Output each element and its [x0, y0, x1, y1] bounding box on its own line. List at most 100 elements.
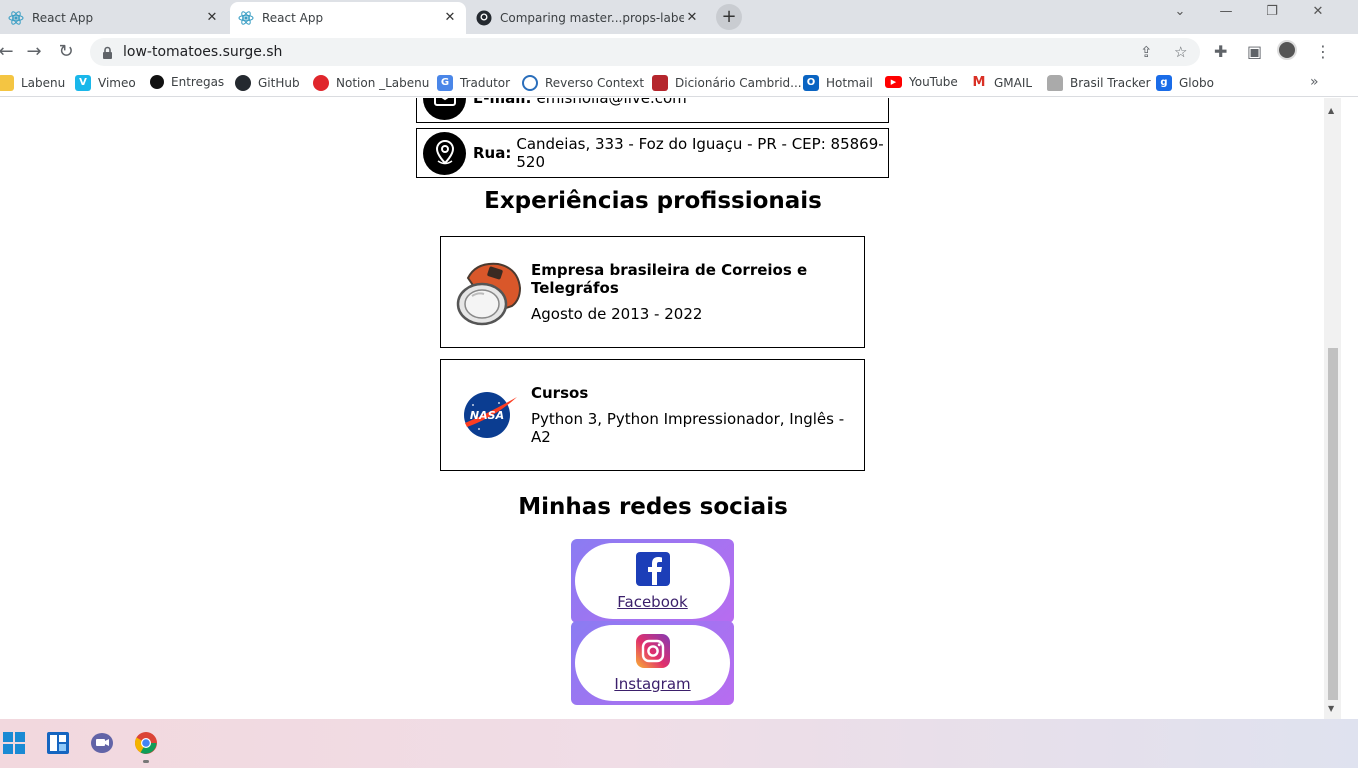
- url-text: low-tomatoes.surge.sh: [123, 44, 283, 60]
- bookmark-label: Reverso Context: [545, 76, 645, 90]
- restore-icon[interactable]: ❐: [1257, 4, 1287, 19]
- bookmark-label: Globo: [1179, 76, 1214, 90]
- bookmark-label: Notion _Labenu: [336, 76, 430, 90]
- experience-title: Empresa brasileira de Correios e Telegrá…: [531, 261, 808, 297]
- page-viewport: E-mail: emisholia@live.com Rua: Candeias…: [0, 98, 1341, 719]
- experience-title: Cursos: [531, 384, 589, 402]
- astronaut-helmet-icon: [453, 256, 525, 328]
- teams-chat-icon[interactable]: [90, 731, 114, 755]
- bookmark-tradutor[interactable]: G Tradutor: [437, 75, 510, 91]
- address-label: Rua:: [473, 144, 512, 162]
- github-icon: [476, 10, 492, 26]
- minimize-icon[interactable]: —: [1211, 4, 1241, 19]
- bookmark-label: Labenu: [21, 76, 66, 90]
- instagram-card-inner: Instagram: [575, 625, 730, 701]
- gmail-icon: M: [971, 75, 987, 91]
- chrome-icon[interactable]: [134, 731, 158, 755]
- circle-icon: [150, 75, 164, 89]
- bookmark-labenu[interactable]: Labenu: [0, 75, 65, 91]
- share-icon[interactable]: ⇪: [1140, 43, 1153, 61]
- address-box: Rua: Candeias, 333 - Foz do Iguaçu - PR …: [416, 128, 889, 178]
- tab-search-icon[interactable]: ⌄: [1165, 4, 1195, 19]
- email-icon: [423, 98, 466, 120]
- active-app-indicator: [143, 760, 149, 763]
- apple-icon: [313, 75, 329, 91]
- address-bar[interactable]: low-tomatoes.surge.sh ⇪ ☆: [90, 38, 1200, 66]
- bookmark-brasil-tracker[interactable]: Brasil Tracker: [1047, 75, 1151, 91]
- bookmark-github[interactable]: GitHub: [235, 75, 300, 91]
- cambridge-icon: [652, 75, 668, 91]
- facebook-card-inner: Facebook: [575, 543, 730, 619]
- facebook-card[interactable]: Facebook: [571, 539, 734, 623]
- new-tab-button[interactable]: +: [716, 4, 742, 30]
- react-icon: [8, 10, 24, 26]
- email-label: E-mail:: [473, 98, 532, 107]
- forward-icon[interactable]: →: [22, 40, 46, 64]
- bookmark-globo[interactable]: g Globo: [1156, 75, 1214, 91]
- os-taskbar: [0, 719, 1358, 768]
- lock-icon: [102, 45, 113, 64]
- bookmark-vimeo[interactable]: V Vimeo: [75, 75, 136, 91]
- address-value: Candeias, 333 - Foz do Iguaçu - PR - CEP…: [516, 135, 884, 171]
- bookmark-label: Vimeo: [98, 76, 136, 90]
- instagram-card[interactable]: Instagram: [571, 621, 734, 705]
- close-tab-icon[interactable]: ✕: [442, 10, 458, 26]
- bookmark-label: Brasil Tracker: [1070, 76, 1151, 90]
- social-heading: Minhas redes sociais: [518, 494, 788, 520]
- close-tab-icon[interactable]: ✕: [684, 10, 700, 26]
- translate-icon: G: [437, 75, 453, 91]
- close-tab-icon[interactable]: ✕: [204, 10, 220, 26]
- react-icon: [238, 10, 254, 26]
- bookmark-reverso[interactable]: Reverso Context: [522, 75, 644, 91]
- close-window-icon[interactable]: ✕: [1303, 4, 1333, 19]
- extensions-icon[interactable]: ✚: [1214, 42, 1227, 61]
- experience-heading: Experiências profissionais: [484, 188, 822, 214]
- bookmark-hotmail[interactable]: O Hotmail: [803, 75, 873, 91]
- reload-icon[interactable]: ↻: [54, 40, 78, 64]
- bookmark-entregas[interactable]: Entregas: [150, 75, 224, 89]
- instagram-link[interactable]: Instagram: [614, 675, 690, 693]
- scroll-thumb[interactable]: [1328, 348, 1338, 700]
- tab-strip: React App ✕ React App ✕ Comparing master…: [0, 0, 1358, 34]
- back-icon[interactable]: ←: [0, 40, 18, 64]
- more-bookmarks-icon[interactable]: »: [1310, 74, 1319, 90]
- side-panel-icon[interactable]: ▣: [1247, 42, 1262, 61]
- svg-text:NASA: NASA: [470, 409, 504, 422]
- email-box: E-mail: emisholia@live.com: [416, 98, 889, 123]
- bookmark-youtube[interactable]: ▶ YouTube: [885, 75, 958, 89]
- nasa-logo: NASA: [453, 379, 525, 451]
- bookmark-label: YouTube: [909, 75, 958, 89]
- bookmark-label: Tradutor: [460, 76, 511, 90]
- bookmark-label: Dicionário Cambrid...: [675, 76, 802, 90]
- email-value: emisholia@live.com: [536, 98, 687, 107]
- bookmark-notion[interactable]: Notion _Labenu: [313, 75, 429, 91]
- instagram-icon[interactable]: [635, 633, 671, 673]
- menu-icon[interactable]: ⋮: [1315, 42, 1331, 61]
- folder-icon: [0, 75, 14, 91]
- bookmark-gmail[interactable]: M GMAIL: [971, 75, 1032, 91]
- tab-react-app-2[interactable]: React App ✕: [230, 2, 466, 34]
- location-pin-icon: [423, 131, 466, 175]
- windows-start-icon[interactable]: [2, 731, 26, 755]
- tab-title: React App: [32, 11, 94, 25]
- page-scrollbar[interactable]: ▲ ▼: [1324, 98, 1341, 719]
- facebook-icon[interactable]: [635, 551, 671, 591]
- globo-icon: g: [1156, 75, 1172, 91]
- outlook-icon: O: [803, 75, 819, 91]
- bookmark-star-icon[interactable]: ☆: [1174, 43, 1187, 61]
- github-icon: [235, 75, 251, 91]
- experience-description: Python 3, Python Impressionador, Inglês …: [531, 410, 845, 446]
- vimeo-icon: V: [75, 75, 91, 91]
- experience-card: NASA Cursos Python 3, Python Impressiona…: [440, 359, 865, 471]
- scroll-up-icon[interactable]: ▲: [1328, 106, 1334, 115]
- bookmark-cambridge[interactable]: Dicionário Cambrid...: [652, 75, 802, 91]
- scroll-down-icon[interactable]: ▼: [1328, 704, 1334, 713]
- profile-avatar[interactable]: [1277, 40, 1297, 60]
- widgets-icon[interactable]: [46, 731, 70, 755]
- tab-react-app-1[interactable]: React App ✕: [0, 2, 228, 34]
- bookmark-label: GitHub: [258, 76, 300, 90]
- facebook-link[interactable]: Facebook: [617, 593, 687, 611]
- experience-period: Agosto de 2013 - 2022: [531, 305, 703, 323]
- tab-github-compare[interactable]: Comparing master...props-labedi ✕: [468, 2, 708, 34]
- bookmark-label: Entregas: [171, 75, 225, 89]
